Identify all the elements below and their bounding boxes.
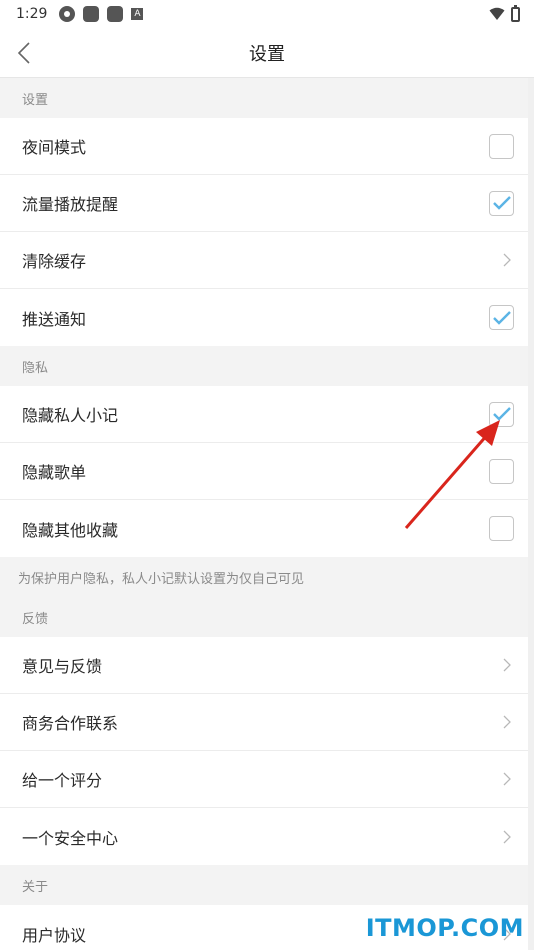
- notification-app-icon: [59, 6, 76, 22]
- row-security-center[interactable]: 一个安全中心: [0, 808, 528, 865]
- row-label: 一个安全中心: [22, 828, 119, 848]
- battery-icon: [511, 4, 520, 22]
- hide-other-favorites-checkbox[interactable]: [489, 516, 514, 541]
- row-hide-other-favorites[interactable]: 隐藏其他收藏: [0, 500, 528, 557]
- chevron-right-icon: [500, 772, 514, 786]
- row-label: 隐藏私人小记: [22, 406, 119, 425]
- status-time: 1:29: [16, 6, 48, 22]
- notification-a-icon: A: [131, 8, 144, 20]
- privacy-note: 为保护用户隐私，私人小记默认设置为仅自己可见: [0, 557, 534, 597]
- scrollbar-track[interactable]: [528, 78, 534, 950]
- row-hide-playlists[interactable]: 隐藏歌单: [0, 443, 528, 500]
- chevron-right-icon: [500, 658, 514, 672]
- row-label: 给一个评分: [22, 771, 103, 790]
- settings-list[interactable]: 设置 夜间模式 流量播放提醒 清除缓存 推送通知 隐私 隐藏私人小记 隐藏歌单 …: [0, 78, 534, 950]
- back-icon: [17, 42, 30, 64]
- hide-private-notes-checkbox[interactable]: [489, 401, 514, 427]
- status-bar: 1:29 A: [0, 0, 534, 28]
- row-rate-app[interactable]: 给一个评分: [0, 751, 528, 808]
- row-label: 夜间模式: [22, 138, 87, 157]
- section-header-privacy: 隐私: [0, 346, 534, 386]
- chevron-right-icon: [500, 253, 514, 267]
- row-label: 推送通知: [22, 309, 87, 329]
- checkmark-icon: [492, 310, 511, 325]
- section-header-settings: 设置: [0, 78, 534, 118]
- row-label: 用户协议: [22, 925, 87, 945]
- row-label: 意见与反馈: [22, 657, 103, 676]
- chevron-right-icon: [500, 830, 514, 844]
- notification-icon: [107, 6, 124, 22]
- row-label: 隐藏歌单: [22, 463, 87, 482]
- row-label: 商务合作联系: [22, 714, 119, 733]
- hide-playlists-checkbox[interactable]: [489, 458, 514, 484]
- section-header-about: 关于: [0, 865, 534, 905]
- row-label: 流量播放提醒: [22, 195, 119, 214]
- row-push-notification[interactable]: 推送通知: [0, 289, 528, 346]
- night-mode-checkbox[interactable]: [489, 133, 514, 159]
- data-play-reminder-checkbox[interactable]: [489, 190, 514, 216]
- notification-icon: [83, 6, 100, 22]
- app-header: 设置: [0, 28, 534, 78]
- page-title: 设置: [249, 43, 285, 65]
- row-label: 清除缓存: [22, 252, 87, 271]
- push-notification-checkbox[interactable]: [489, 305, 514, 330]
- row-hide-private-notes[interactable]: 隐藏私人小记: [0, 386, 528, 443]
- watermark: ITMOP.COM: [365, 914, 524, 942]
- section-header-feedback: 反馈: [0, 597, 534, 637]
- row-night-mode[interactable]: 夜间模式: [0, 118, 528, 175]
- row-data-play-reminder[interactable]: 流量播放提醒: [0, 175, 528, 232]
- row-clear-cache[interactable]: 清除缓存: [0, 232, 528, 289]
- checkmark-icon: [492, 407, 511, 421]
- row-business-contact[interactable]: 商务合作联系: [0, 694, 528, 751]
- wifi-icon: [489, 7, 505, 20]
- row-feedback[interactable]: 意见与反馈: [0, 637, 528, 694]
- back-button[interactable]: [6, 28, 42, 78]
- chevron-right-icon: [500, 715, 514, 729]
- row-label: 隐藏其他收藏: [22, 520, 119, 540]
- checkmark-icon: [492, 196, 511, 210]
